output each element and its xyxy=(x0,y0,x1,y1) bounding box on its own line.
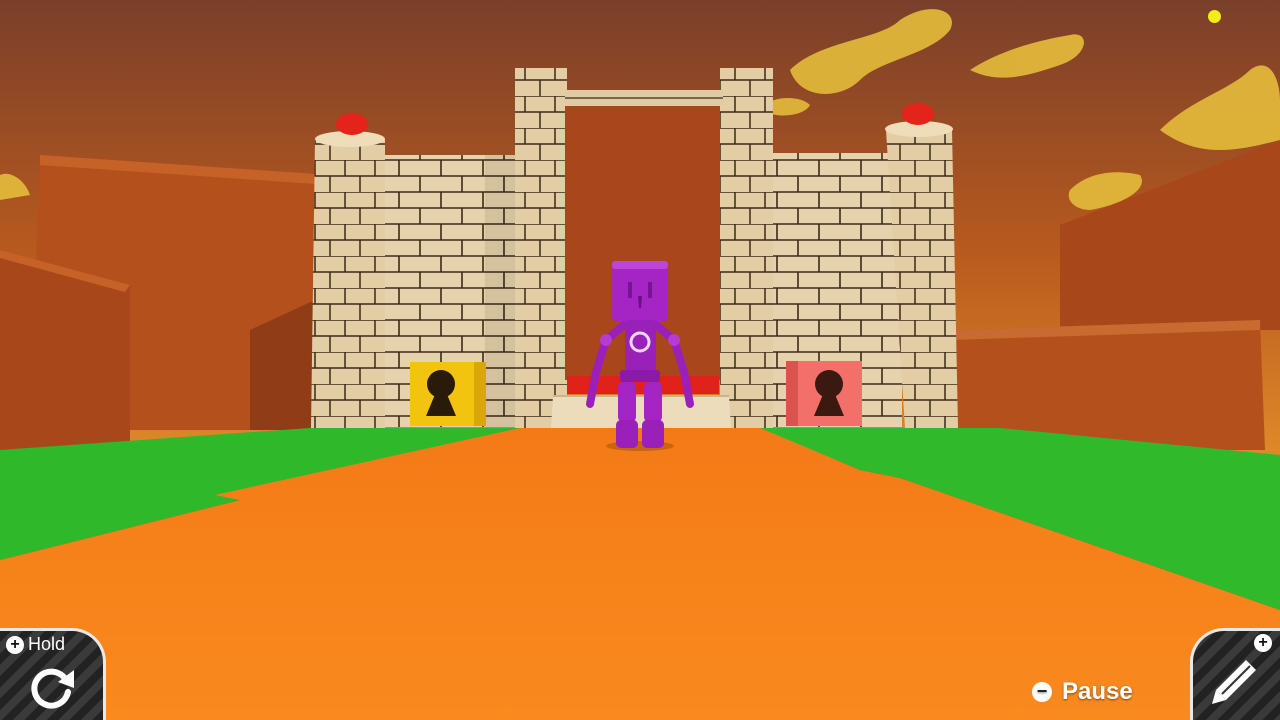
game-scene xyxy=(0,0,1280,720)
rotate-icon[interactable] xyxy=(26,662,78,710)
plus-icon: + xyxy=(1254,634,1272,652)
red-button-right xyxy=(902,103,934,125)
red-button-left xyxy=(336,113,368,135)
pencil-icon[interactable] xyxy=(1210,656,1260,706)
minus-icon: − xyxy=(1032,682,1052,702)
plus-icon: + xyxy=(6,635,24,654)
hold-label: Hold xyxy=(28,634,66,654)
pause-label: Pause xyxy=(1062,678,1133,705)
yellow-keyhole-block xyxy=(410,362,486,426)
yellow-marker-dot xyxy=(1208,10,1221,23)
pause-button[interactable]: − Pause xyxy=(1032,678,1133,706)
hold-control[interactable]: + Hold xyxy=(6,634,65,655)
red-keyhole-block xyxy=(786,361,862,426)
